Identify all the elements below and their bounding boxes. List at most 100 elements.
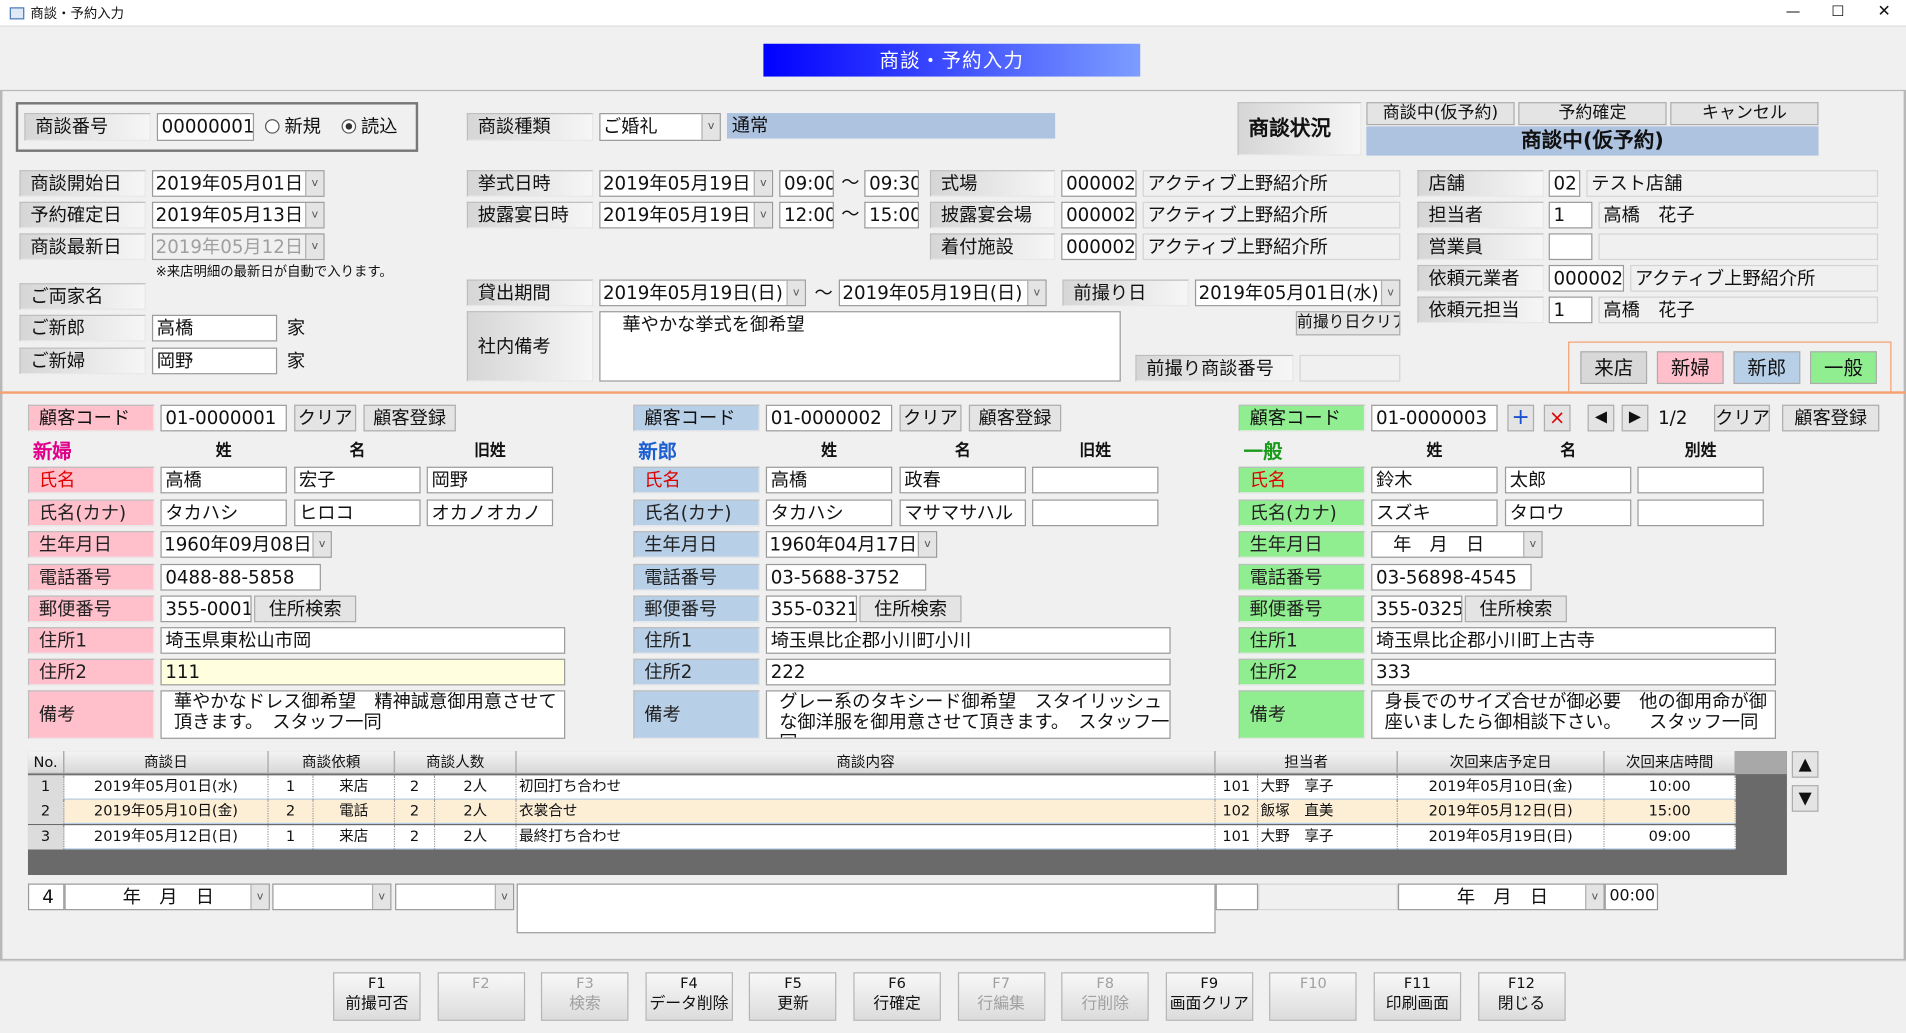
- prephoto-date-select[interactable]: 2019年05月01日(水) v: [1194, 279, 1401, 307]
- row-number[interactable]: 1: [27, 775, 65, 800]
- chevron-down-icon[interactable]: v: [1523, 532, 1542, 557]
- schedule-date-select[interactable]: 2019年05月19日 v: [599, 170, 774, 197]
- new-row-staff-code[interactable]: [1215, 883, 1259, 911]
- kana-field[interactable]: ヒロコ: [294, 499, 421, 527]
- filter-button-1[interactable]: 新婦: [1656, 351, 1724, 385]
- chevron-down-icon[interactable]: v: [753, 202, 772, 228]
- kana-field[interactable]: タロウ: [1504, 499, 1632, 527]
- new-row-date-select[interactable]: 年 月 日v: [64, 883, 270, 911]
- function-key-f2[interactable]: F2: [437, 972, 525, 1021]
- customer-code-field[interactable]: 01-0000003: [1371, 404, 1498, 432]
- close-button[interactable]: ✕: [1872, 2, 1896, 24]
- name-field[interactable]: 高橋: [160, 466, 287, 494]
- chevron-down-icon[interactable]: v: [305, 171, 324, 196]
- chevron-down-icon[interactable]: v: [494, 884, 513, 910]
- function-key-f10[interactable]: F10: [1269, 972, 1358, 1021]
- customer-memo-field[interactable]: 身長でのサイズ合せが御必要 他の御用命が御座いましたら御相談下さい。 スタッフ一…: [1371, 690, 1776, 739]
- kana-field[interactable]: スズキ: [1371, 499, 1498, 527]
- new-row-request-select[interactable]: v: [272, 883, 392, 911]
- name-field[interactable]: [1032, 466, 1159, 494]
- staff-code-field[interactable]: 000002: [1548, 264, 1625, 292]
- register-button[interactable]: 顧客登録: [968, 404, 1062, 432]
- radio-new[interactable]: [265, 119, 280, 134]
- register-button[interactable]: 顧客登録: [1782, 404, 1880, 432]
- function-key-f8[interactable]: F8 行削除: [1061, 972, 1149, 1021]
- register-button[interactable]: 顧客登録: [363, 404, 456, 432]
- kana-field[interactable]: オカノオカノ: [426, 499, 554, 527]
- kana-field[interactable]: タカハシ: [765, 499, 893, 527]
- scroll-down-button[interactable]: ▼: [1791, 785, 1819, 812]
- staff-code-field[interactable]: 1: [1548, 296, 1593, 324]
- rental-from-select[interactable]: 2019年05月19日(日) v: [599, 279, 806, 307]
- minimize-button[interactable]: —: [1781, 2, 1805, 24]
- clear-button[interactable]: クリア: [1713, 404, 1770, 432]
- chevron-down-icon[interactable]: v: [917, 532, 937, 557]
- chevron-down-icon[interactable]: v: [305, 234, 324, 259]
- type-select[interactable]: ご婚礼 v: [599, 113, 721, 141]
- address-search-button[interactable]: 住所検索: [1464, 595, 1567, 623]
- groom-family-field[interactable]: 高橋: [151, 314, 278, 342]
- prephoto-clear-button[interactable]: 前撮り日クリア: [1295, 311, 1401, 336]
- zip-field[interactable]: 355-0321: [765, 595, 857, 623]
- name-field[interactable]: 政春: [899, 466, 1026, 494]
- chevron-down-icon[interactable]: v: [1027, 280, 1046, 306]
- zip-field[interactable]: 355-0001: [160, 595, 252, 623]
- filter-button-2[interactable]: 新郎: [1733, 351, 1801, 385]
- kana-field[interactable]: [1637, 499, 1764, 527]
- chevron-down-icon[interactable]: v: [305, 202, 324, 228]
- new-row-next-date-select[interactable]: 年 月 日v: [1397, 883, 1605, 911]
- chevron-down-icon[interactable]: v: [1585, 884, 1604, 910]
- kana-field[interactable]: タカハシ: [160, 499, 287, 527]
- function-key-f1[interactable]: F1 前撮可否: [333, 972, 421, 1021]
- name-field[interactable]: 岡野: [426, 466, 554, 494]
- birthdate-select[interactable]: 年 月 日v: [1371, 531, 1543, 558]
- radio-load[interactable]: [341, 119, 357, 134]
- address1-field[interactable]: 埼玉県比企郡小川町上古寺: [1371, 627, 1776, 654]
- address1-field[interactable]: 埼玉県東松山市岡: [160, 627, 566, 654]
- status-tab[interactable]: 商談中(仮予約): [1366, 102, 1515, 126]
- function-key-f7[interactable]: F7 行編集: [957, 972, 1045, 1021]
- name-field[interactable]: 宏子: [294, 466, 421, 494]
- address-search-button[interactable]: 住所検索: [859, 595, 962, 623]
- name-field[interactable]: 鈴木: [1371, 466, 1498, 494]
- phone-field[interactable]: 0488-88-5858: [160, 563, 321, 591]
- function-key-f6[interactable]: F6 行確定: [853, 972, 941, 1021]
- clear-button[interactable]: クリア: [294, 404, 357, 432]
- chevron-down-icon[interactable]: v: [312, 532, 331, 557]
- function-key-f11[interactable]: F11 印刷画面: [1373, 972, 1462, 1021]
- name-field[interactable]: 太郎: [1504, 466, 1632, 494]
- chevron-down-icon[interactable]: v: [786, 280, 805, 306]
- rental-to-select[interactable]: 2019年05月19日(日) v: [838, 279, 1047, 307]
- status-tab[interactable]: 予約確定: [1518, 102, 1667, 126]
- memo-field[interactable]: 華やかな挙式を御希望: [599, 311, 1121, 382]
- function-key-f5[interactable]: F5 更新: [749, 972, 837, 1021]
- venue-code-field[interactable]: 000002: [1061, 170, 1137, 197]
- prephoto-no-field[interactable]: [1299, 354, 1401, 382]
- customer-memo-field[interactable]: 華やかなドレス御希望 精神誠意御用意させて頂きます。 スタッフ一同: [160, 690, 566, 739]
- chevron-down-icon[interactable]: v: [250, 884, 269, 910]
- new-row-time-field[interactable]: 00:00: [1604, 883, 1659, 911]
- phone-field[interactable]: 03-56898-4545: [1371, 563, 1532, 591]
- bride-family-field[interactable]: 岡野: [151, 347, 278, 375]
- new-row-people-select[interactable]: v: [395, 883, 515, 911]
- date-select[interactable]: 2019年05月01日 v: [151, 170, 325, 197]
- filter-button-3[interactable]: 一般: [1810, 351, 1877, 385]
- staff-code-field[interactable]: [1548, 233, 1593, 261]
- address2-field[interactable]: 111: [160, 658, 566, 686]
- chevron-down-icon[interactable]: v: [701, 114, 720, 140]
- address2-field[interactable]: 333: [1371, 658, 1776, 686]
- name-field[interactable]: 高橋: [765, 466, 893, 494]
- chevron-down-icon[interactable]: v: [371, 884, 391, 910]
- negotiation-no-field[interactable]: 00000001: [156, 113, 255, 141]
- date-select[interactable]: 2019年05月13日 v: [151, 201, 325, 229]
- clear-button[interactable]: クリア: [899, 404, 962, 432]
- chevron-down-icon[interactable]: v: [753, 171, 772, 196]
- next-icon[interactable]: ▶: [1621, 404, 1649, 432]
- phone-field[interactable]: 03-5688-3752: [765, 563, 927, 591]
- customer-code-field[interactable]: 01-0000001: [160, 404, 287, 432]
- schedule-date-select[interactable]: 2019年05月19日 v: [599, 201, 774, 229]
- row-number[interactable]: 2: [27, 800, 65, 825]
- scroll-up-button[interactable]: ▲: [1791, 751, 1819, 778]
- prev-icon[interactable]: ◀: [1587, 404, 1615, 432]
- end-time-field[interactable]: 15:00: [864, 201, 919, 229]
